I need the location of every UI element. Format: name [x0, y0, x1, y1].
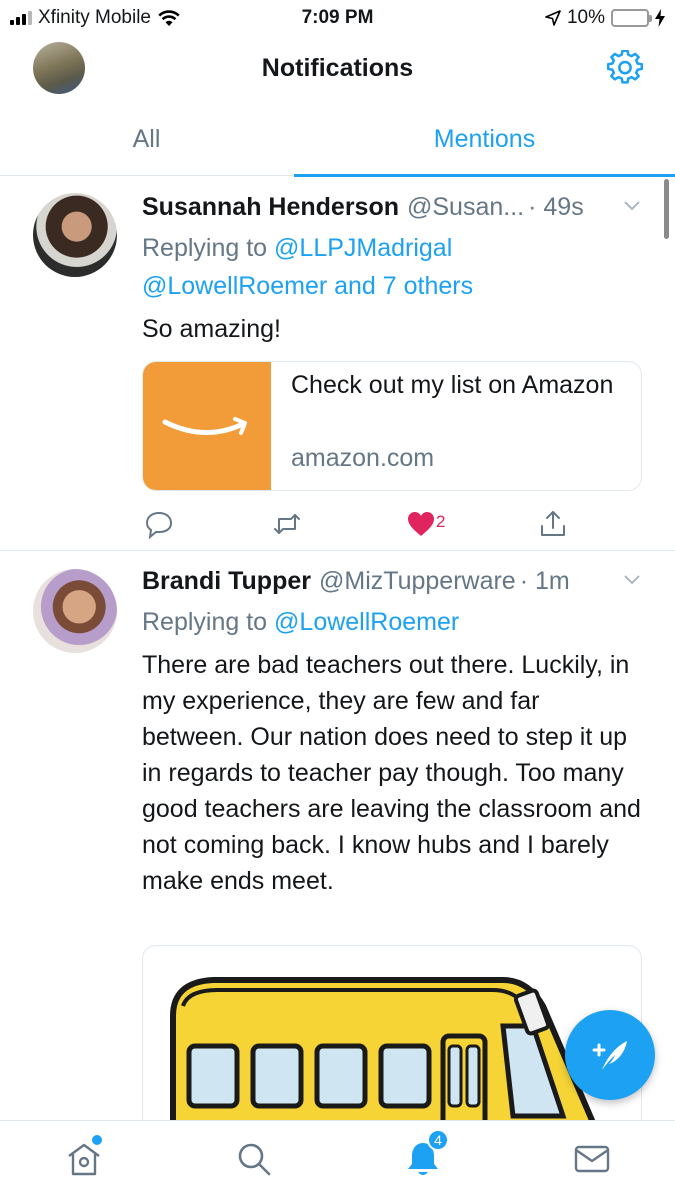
notification-tabs: All Mentions	[0, 102, 675, 177]
nav-messages[interactable]	[572, 1139, 612, 1179]
replying-prefix: Replying to	[142, 234, 275, 262]
card-title: Check out my list on Amazon	[291, 371, 614, 399]
settings-gear-icon[interactable]	[607, 50, 643, 86]
replying-to: Replying to @LLPJMadrigal	[142, 229, 641, 267]
new-content-dot	[92, 1135, 102, 1145]
header: Notifications	[0, 36, 675, 102]
notification-count-badge: 4	[427, 1129, 449, 1151]
mention-link[interactable]: @LLPJMadrigal	[274, 234, 452, 262]
tab-mentions[interactable]: Mentions	[294, 102, 675, 177]
tweet-time: · 49s	[528, 193, 584, 221]
status-bar: Xfinity Mobile 7:09 PM 10%	[0, 0, 675, 36]
scrollbar[interactable]	[664, 179, 669, 239]
mention-link[interactable]: @LowellRoemer	[274, 608, 459, 636]
battery-icon	[611, 9, 652, 27]
like-heart-icon[interactable]	[404, 507, 438, 541]
retweet-icon[interactable]	[270, 507, 304, 541]
like-count: 2	[436, 512, 446, 531]
replying-prefix: Replying to	[142, 608, 275, 636]
mentions-feed[interactable]: Susannah Henderson @Susan... · 49s Reply…	[0, 177, 675, 1120]
reply-icon[interactable]	[142, 507, 176, 541]
tweet-actions: 2	[142, 507, 572, 541]
replying-to: Replying to @LowellRoemer	[142, 603, 641, 641]
avatar[interactable]	[33, 193, 117, 277]
tweet-time: · 1m	[519, 567, 570, 595]
nav-home[interactable]	[64, 1135, 104, 1179]
chevron-down-icon[interactable]	[622, 195, 642, 215]
location-arrow-icon	[545, 10, 561, 26]
nav-notifications[interactable]: 4	[403, 1129, 449, 1179]
school-bus-image[interactable]	[142, 945, 642, 1120]
bottom-nav: 4	[0, 1120, 675, 1200]
compose-tweet-button[interactable]	[565, 1010, 655, 1100]
avatar[interactable]	[33, 569, 117, 653]
amazon-logo-icon	[143, 362, 271, 490]
home-icon	[68, 1143, 100, 1176]
compose-feather-icon	[592, 1041, 627, 1070]
tweet-text: There are bad teachers out there. Luckil…	[142, 651, 641, 895]
mention-link[interactable]: @LowellRoemer and 7 others	[142, 272, 473, 300]
card-domain: amazon.com	[291, 444, 435, 472]
chevron-down-icon[interactable]	[622, 569, 642, 589]
search-icon	[238, 1143, 271, 1176]
tweet[interactable]: Susannah Henderson @Susan... · 49s Reply…	[0, 177, 675, 551]
page-title: Notifications	[261, 54, 414, 82]
share-icon[interactable]	[536, 507, 570, 541]
author-name[interactable]: Brandi Tupper	[142, 567, 311, 596]
battery-percent: 10%	[566, 7, 605, 28]
mail-icon	[574, 1145, 610, 1173]
author-handle: @MizTupperware	[318, 567, 516, 595]
author-name[interactable]: Susannah Henderson	[142, 193, 399, 222]
tab-all[interactable]: All	[0, 102, 293, 176]
author-handle: @Susan...	[407, 193, 525, 221]
link-card[interactable]: Check out my list on Amazon amazon.com	[142, 361, 642, 491]
tweet-text: So amazing!	[142, 315, 281, 343]
nav-search[interactable]	[234, 1139, 274, 1179]
charging-bolt-icon	[655, 9, 665, 27]
